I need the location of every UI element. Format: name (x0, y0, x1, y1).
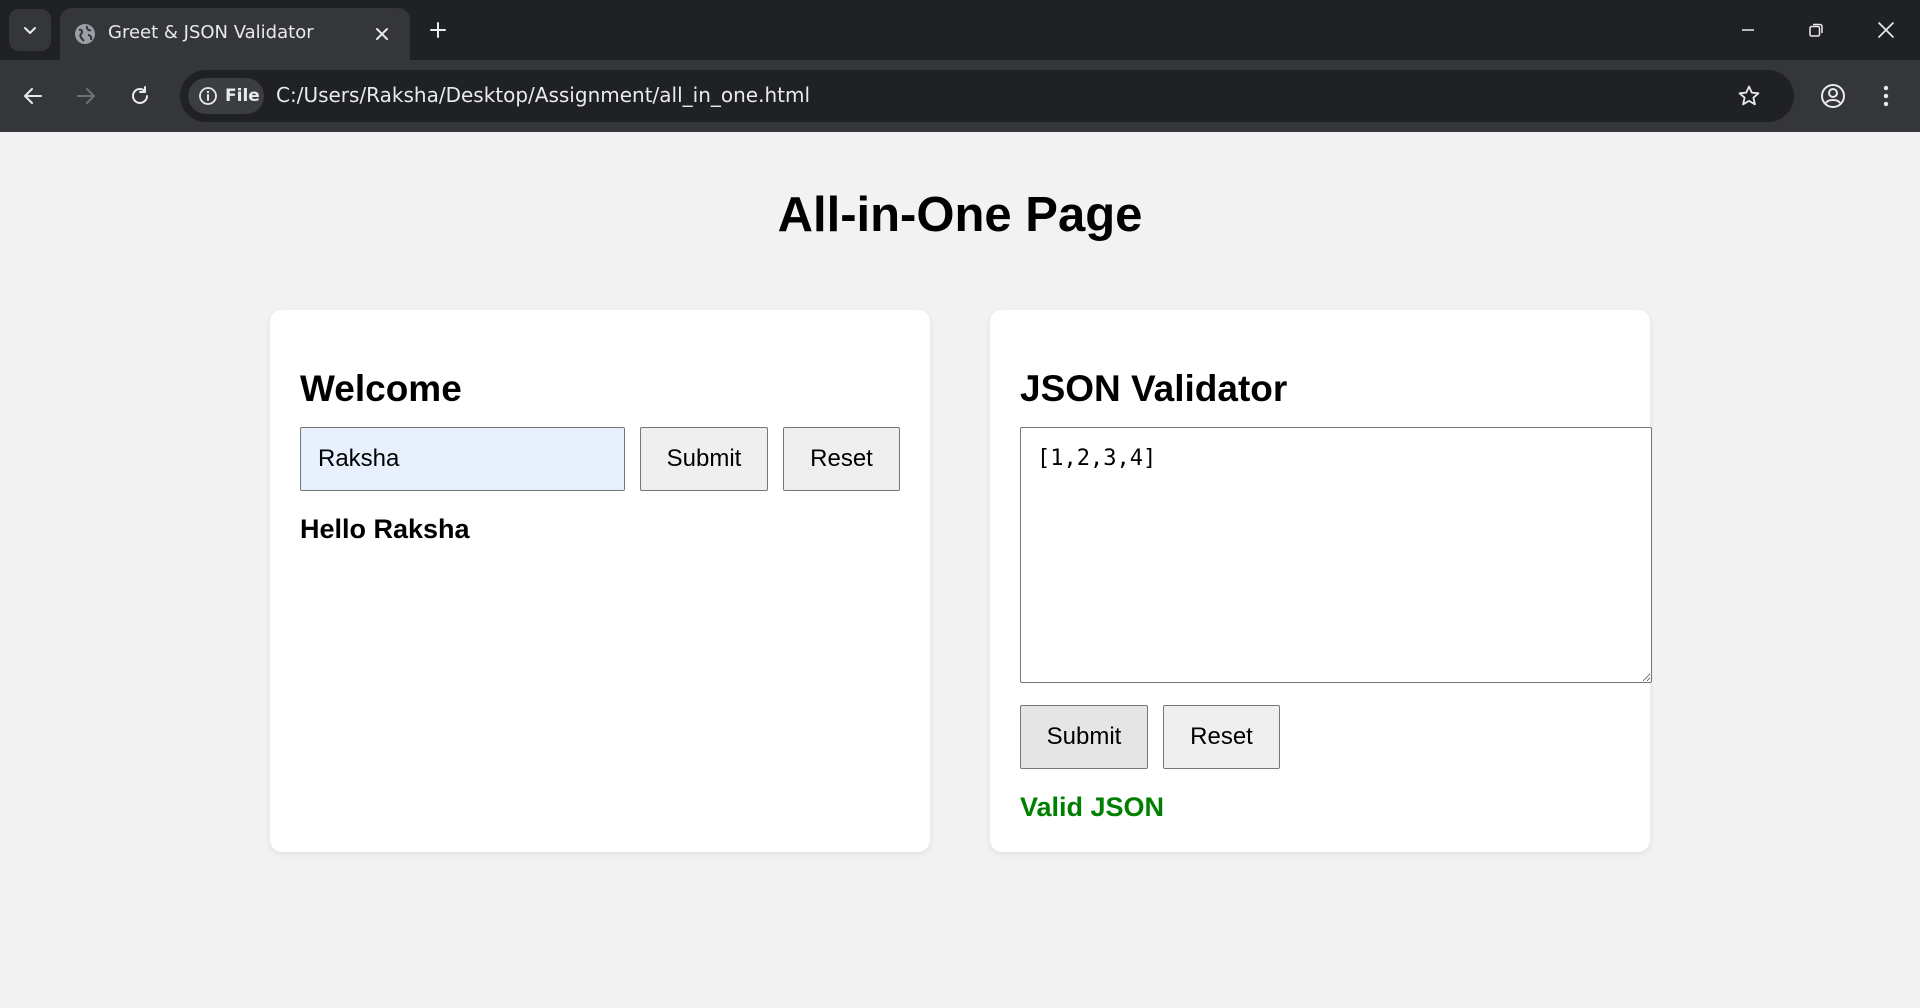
new-tab-button[interactable] (424, 16, 452, 44)
close-window-icon (1877, 21, 1895, 39)
info-icon (198, 86, 218, 106)
active-tab[interactable]: Greet & JSON Validator (60, 8, 410, 60)
greet-reset-button[interactable]: Reset (783, 427, 900, 491)
star-icon[interactable] (1734, 81, 1764, 111)
menu-button[interactable] (1864, 74, 1908, 118)
json-status-message: Valid JSON (1020, 792, 1165, 822)
restore-button[interactable] (1794, 8, 1838, 52)
plus-icon (428, 20, 448, 40)
json-reset-button[interactable]: Reset (1163, 705, 1280, 769)
json-validator-card: JSON Validator [1,2,3,4] Submit Reset Va… (990, 310, 1652, 852)
close-icon[interactable] (372, 24, 392, 44)
json-submit-button[interactable]: Submit (1020, 705, 1148, 769)
minimize-button[interactable] (1726, 8, 1770, 52)
close-window-button[interactable] (1864, 8, 1908, 52)
minimize-icon (1740, 22, 1756, 38)
back-button[interactable] (11, 74, 55, 118)
page-title: All-in-One Page (777, 188, 1143, 242)
kebab-menu-icon (1883, 85, 1889, 107)
globe-icon (73, 22, 97, 46)
json-validator-heading: JSON Validator (1020, 368, 1288, 409)
forward-button[interactable] (64, 74, 108, 118)
greet-card: Welcome Submit Reset Hello Raksha (270, 310, 930, 852)
restore-icon (1808, 22, 1824, 38)
browser-toolbar: File C:/Users/Raksha/Desktop/Assignment/… (0, 60, 1920, 132)
back-arrow-icon (22, 85, 44, 107)
greeting-output: Hello Raksha (300, 514, 470, 544)
tab-strip: Greet & JSON Validator (0, 0, 1920, 60)
greet-submit-button[interactable]: Submit (640, 427, 768, 491)
reload-button[interactable] (118, 74, 162, 118)
address-bar[interactable]: File C:/Users/Raksha/Desktop/Assignment/… (180, 70, 1794, 122)
reload-icon (129, 85, 151, 107)
tab-title: Greet & JSON Validator (108, 22, 314, 43)
site-info-chip[interactable]: File (188, 78, 264, 114)
profile-icon (1820, 83, 1846, 109)
url-text[interactable]: C:/Users/Raksha/Desktop/Assignment/all_i… (276, 83, 810, 107)
greet-heading: Welcome (300, 368, 462, 409)
forward-arrow-icon (75, 85, 97, 107)
name-input[interactable] (300, 427, 625, 491)
tab-search-button[interactable] (9, 9, 51, 51)
profile-button[interactable] (1811, 74, 1855, 118)
json-input-textarea[interactable]: [1,2,3,4] (1020, 427, 1652, 683)
scheme-label: File (225, 86, 260, 106)
chevron-down-icon (22, 22, 38, 38)
